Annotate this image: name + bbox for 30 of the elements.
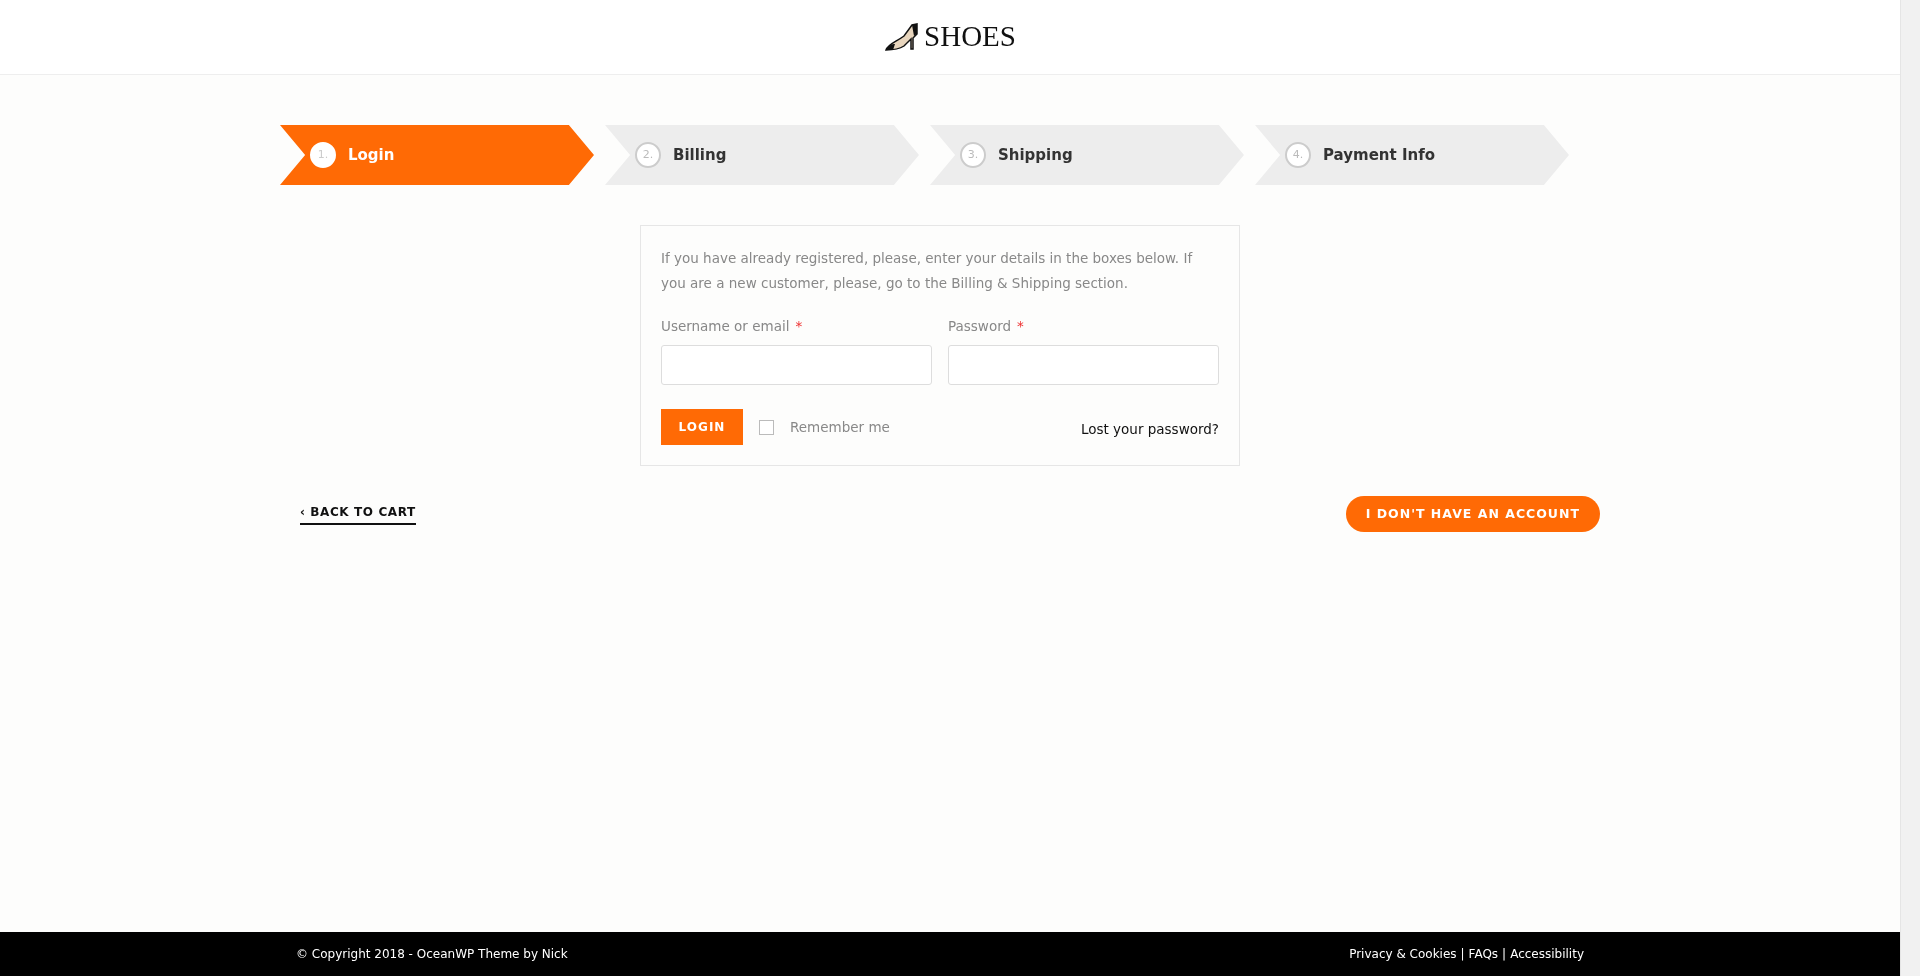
text-field[interactable] xyxy=(661,345,932,386)
field-label: Username or email xyxy=(661,317,790,336)
text-field[interactable] xyxy=(948,345,1219,386)
step-number: 4. xyxy=(1285,142,1311,168)
lost-password-link[interactable]: Lost your password? xyxy=(1080,419,1219,440)
field-label: Password xyxy=(948,317,1012,336)
copyright-text: © Copyright 2018 - OceanWP Theme by Nick xyxy=(296,946,568,963)
checkout-step-tab[interactable]: 4. Payment Info xyxy=(1255,125,1569,185)
step-label: Shipping xyxy=(998,144,1073,166)
footer-link[interactable]: Accessibility xyxy=(1510,945,1584,963)
footer-link[interactable]: Privacy & Cookies xyxy=(1349,945,1457,963)
logo-text[interactable]: SHOES xyxy=(924,15,1016,59)
checkout-step-tab[interactable]: 3. Shipping xyxy=(930,125,1244,185)
checkout-step-tab[interactable]: 2. Billing xyxy=(605,125,919,185)
step-label: Login xyxy=(348,144,395,166)
scrollbar[interactable] xyxy=(1900,0,1920,976)
separator: | xyxy=(1460,946,1465,963)
step-number: 3. xyxy=(960,142,986,168)
footer-link[interactable]: FAQs xyxy=(1468,945,1499,963)
back-to-cart-link[interactable]: ‹ BACK TO CART xyxy=(300,503,416,526)
remember-me-label: Remember me xyxy=(790,418,890,438)
high-heel-shoe-icon xyxy=(884,22,921,52)
intro-text: If you have already registered, please, enter your details in the boxes below. If you are a new customer, please, go to the Billing & Shipping section. xyxy=(661,249,1194,293)
required-mark: * xyxy=(1017,317,1024,336)
step-label: Billing xyxy=(673,144,727,166)
step-number: 2. xyxy=(635,142,661,168)
required-mark: * xyxy=(795,317,803,336)
step-label: Payment Info xyxy=(1323,144,1435,166)
remember-checkbox[interactable] xyxy=(759,419,774,435)
separator: | xyxy=(1502,946,1507,963)
